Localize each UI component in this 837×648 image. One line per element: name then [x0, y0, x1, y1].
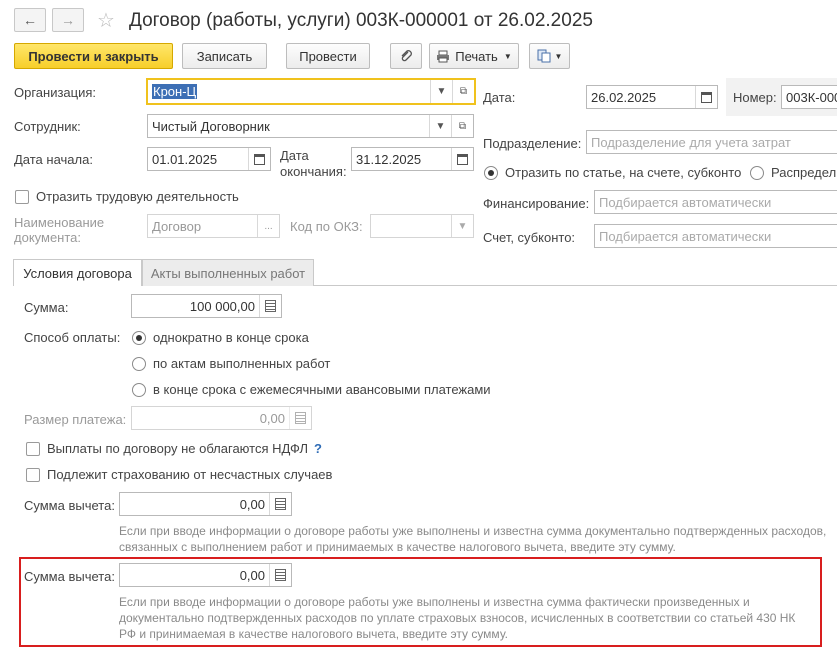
arrow-left-icon: ←: [23, 12, 37, 28]
account-field[interactable]: Подбирается автоматически: [594, 224, 837, 248]
number-label: Номер:: [733, 90, 777, 105]
org-field[interactable]: Крон-Ц ▼ ⧉: [146, 78, 476, 105]
insurance-label: Подлежит страхованию от несчастных случа…: [47, 467, 333, 482]
dropdown-icon[interactable]: ▼: [430, 80, 452, 103]
payment-method-label: Способ оплаты:: [24, 330, 121, 345]
print-button[interactable]: Печать ▼: [429, 43, 519, 69]
dept-label: Подразделение:: [483, 136, 582, 151]
open-icon[interactable]: ⧉: [452, 80, 474, 103]
reflect-account-radio[interactable]: [484, 166, 498, 180]
related-docs-button[interactable]: ▼: [529, 43, 570, 69]
docname-label: Наименование документа:: [14, 215, 105, 245]
sum-value: 100 000,00: [189, 298, 255, 314]
back-button[interactable]: ←: [14, 8, 46, 32]
post-button[interactable]: Провести: [286, 43, 370, 69]
org-label: Организация:: [14, 85, 97, 100]
okz-label: Код по ОКЗ:: [290, 219, 363, 234]
deduction1-label: Сумма вычета:: [24, 498, 115, 513]
reflect-account-label: Отразить по статье, на счете, субконто: [505, 165, 742, 180]
calendar-icon[interactable]: [451, 148, 473, 170]
date-field[interactable]: 26.02.2025: [586, 85, 718, 109]
payment-size-value: 0,00: [259, 410, 285, 426]
help-question-icon[interactable]: ?: [314, 441, 322, 456]
finance-label: Финансирование:: [483, 196, 590, 211]
labor-activity-label: Отразить трудовую деятельность: [36, 189, 239, 204]
account-label: Счет, субконто:: [483, 230, 576, 245]
sum-label: Сумма:: [24, 300, 69, 315]
arrow-right-icon: →: [61, 12, 75, 28]
payment-advance-label: в конце срока с ежемесячными авансовыми …: [153, 382, 491, 397]
calendar-icon[interactable]: [248, 148, 270, 170]
deduction1-hint: Если при вводе информации о договоре раб…: [119, 524, 827, 554]
payment-advance-radio[interactable]: [132, 383, 146, 397]
docname-field[interactable]: Договор ...: [147, 214, 280, 238]
employee-label: Сотрудник:: [14, 119, 81, 134]
calculator-icon[interactable]: [289, 407, 311, 429]
forward-button[interactable]: →: [52, 8, 84, 32]
deduction2-value: 0,00: [239, 567, 265, 583]
tab-work-acts[interactable]: Акты выполненных работ: [142, 259, 314, 286]
printer-icon: [437, 50, 450, 62]
documents-icon: [537, 49, 551, 63]
end-date-field[interactable]: 31.12.2025: [351, 147, 474, 171]
payment-acts-radio[interactable]: [132, 357, 146, 371]
deduction1-field[interactable]: 0,00: [119, 492, 292, 516]
dept-field[interactable]: Подразделение для учета затрат: [586, 130, 837, 154]
dropdown-icon[interactable]: ▼: [429, 115, 451, 137]
deduction1-value: 0,00: [239, 496, 265, 512]
dropdown-arrow-icon: ▼: [503, 51, 512, 61]
insurance-checkbox[interactable]: [26, 468, 40, 482]
end-date-label: Дата окончания:: [280, 148, 347, 179]
distribute-label: Распредел: [771, 165, 837, 180]
dept-placeholder: Подразделение для учета затрат: [591, 134, 791, 150]
attach-button[interactable]: [390, 43, 422, 69]
date-value: 26.02.2025: [591, 89, 657, 105]
open-icon[interactable]: ⧉: [451, 115, 473, 137]
deduction2-hint: Если при вводе информации о договоре раб…: [119, 595, 796, 641]
calculator-icon[interactable]: [269, 564, 291, 586]
deduction2-label: Сумма вычета:: [24, 569, 115, 584]
org-value: Крон-Ц: [152, 84, 198, 99]
favorite-star-icon[interactable]: ☆: [97, 8, 115, 33]
end-date-value: 31.12.2025: [356, 151, 422, 167]
payment-once-radio[interactable]: [132, 331, 146, 345]
labor-activity-checkbox[interactable]: [15, 190, 29, 204]
payment-acts-label: по актам выполненных работ: [153, 356, 331, 371]
deduction2-field[interactable]: 0,00: [119, 563, 292, 587]
distribute-radio[interactable]: [750, 166, 764, 180]
calculator-icon[interactable]: [269, 493, 291, 515]
save-button[interactable]: Записать: [182, 43, 267, 69]
page-title: Договор (работы, услуги) 003К-000001 от …: [129, 10, 593, 31]
okz-field[interactable]: ▼: [370, 214, 474, 238]
docname-value: Договор: [152, 218, 202, 234]
calculator-icon[interactable]: [259, 295, 281, 317]
payment-once-label: однократно в конце срока: [153, 330, 309, 345]
start-date-label: Дата начала:: [14, 152, 93, 167]
dropdown-arrow-icon: ▼: [554, 51, 563, 61]
employee-field[interactable]: Чистый Договорник ▼ ⧉: [147, 114, 474, 138]
calendar-icon[interactable]: [695, 86, 717, 108]
sum-field[interactable]: 100 000,00: [131, 294, 282, 318]
post-and-close-button[interactable]: Провести и закрыть: [14, 43, 173, 69]
finance-placeholder: Подбирается автоматически: [599, 194, 772, 210]
account-placeholder: Подбирается автоматически: [599, 228, 772, 244]
paperclip-icon: [401, 50, 412, 62]
select-dots-icon[interactable]: ...: [257, 215, 279, 237]
finance-field[interactable]: Подбирается автоматически: [594, 190, 837, 214]
print-label: Печать: [455, 48, 498, 64]
number-field[interactable]: 003К-000001: [781, 85, 837, 109]
start-date-field[interactable]: 01.01.2025: [147, 147, 271, 171]
start-date-value: 01.01.2025: [152, 151, 218, 167]
date-label: Дата:: [483, 90, 516, 105]
dropdown-icon[interactable]: ▼: [451, 215, 473, 237]
employee-value: Чистый Договорник: [152, 118, 270, 134]
number-value: 003К-000001: [786, 89, 837, 105]
ndfl-exempt-checkbox[interactable]: [26, 442, 40, 456]
ndfl-exempt-label: Выплаты по договору не облагаются НДФЛ: [47, 441, 308, 456]
payment-size-label: Размер платежа:: [24, 412, 127, 427]
payment-size-field[interactable]: 0,00: [131, 406, 312, 430]
tab-contract-conditions[interactable]: Условия договора: [13, 259, 142, 286]
